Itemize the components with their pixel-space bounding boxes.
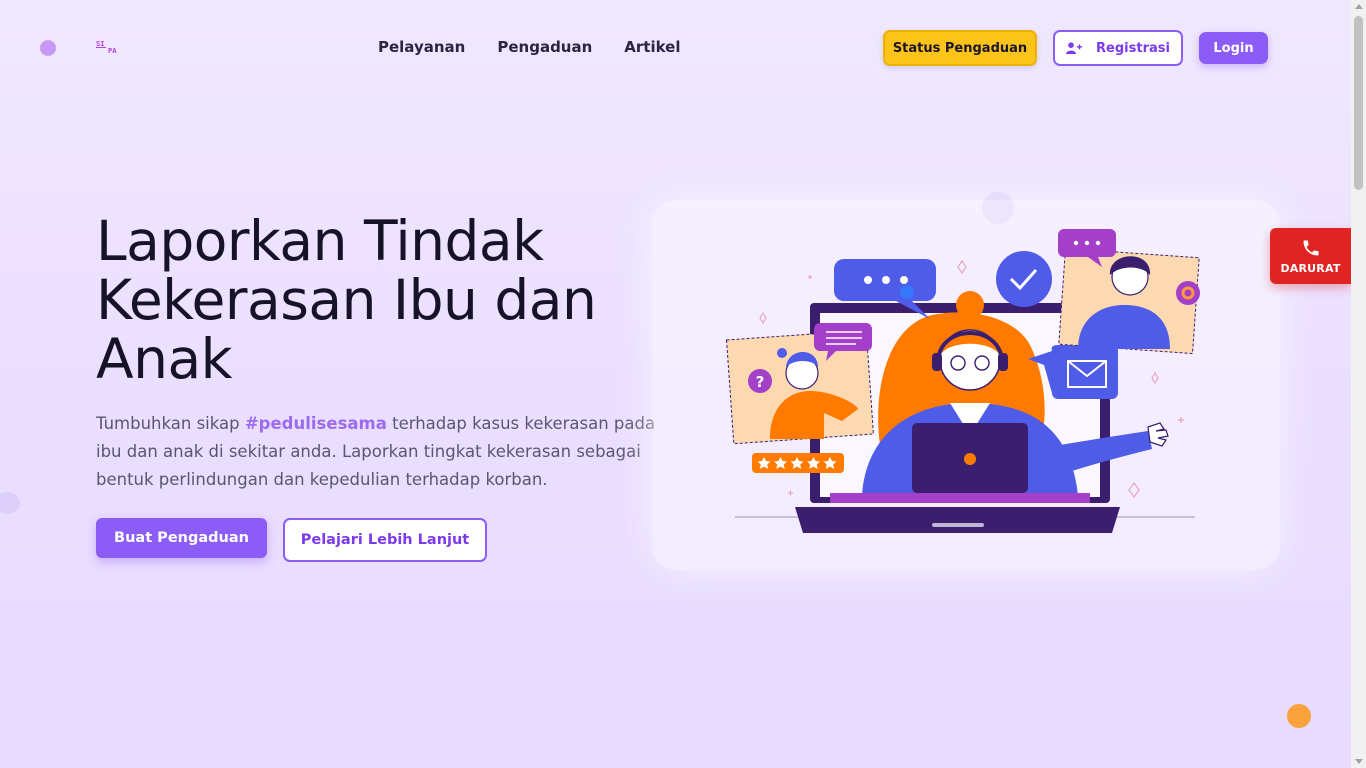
headset-ear: [998, 353, 1008, 371]
gear-icon: [964, 453, 976, 465]
scroll-down-arrow-icon[interactable]: [1355, 759, 1363, 764]
scroll-up-arrow-icon[interactable]: [1355, 4, 1363, 9]
buat-pengaduan-button[interactable]: Buat Pengaduan: [96, 518, 267, 558]
laptop-notch: [932, 523, 984, 527]
customer-service-illustration: ?: [726, 229, 1200, 533]
hero-hashtag: #pedulisesama: [244, 414, 387, 433]
laptop-base: [795, 507, 1120, 533]
question-mark: ?: [756, 373, 765, 391]
pelajari-lebih-lanjut-label: Pelajari Lebih Lanjut: [300, 532, 470, 548]
menu-item-pelayanan[interactable]: Pelayanan: [378, 38, 465, 56]
buat-pengaduan-label: Buat Pengaduan: [114, 530, 249, 546]
decor-blob-orange: [1287, 704, 1311, 728]
darurat-button[interactable]: DARURAT: [1270, 228, 1351, 284]
page-scrollbar[interactable]: [1351, 0, 1366, 768]
phone-icon: [1303, 240, 1318, 255]
bubble-dot: [900, 276, 908, 284]
decor-blob: [0, 492, 20, 514]
registrasi-button[interactable]: Registrasi: [1053, 30, 1183, 66]
registrasi-label: Registrasi: [1096, 40, 1170, 56]
hero-description: Tumbuhkan sikap #pedulisesama terhadap k…: [96, 410, 666, 494]
hero-desc-part: Tumbuhkan sikap: [96, 414, 245, 433]
desk: [830, 493, 1090, 503]
login-button[interactable]: Login: [1199, 32, 1268, 64]
bubble-dot: [882, 276, 890, 284]
check-bubble-icon: [996, 251, 1052, 307]
logo-text-bottom: PA: [108, 47, 117, 55]
menu-item-artikel[interactable]: Artikel: [624, 38, 680, 56]
settings-bubble-icon: [1176, 281, 1200, 305]
main-menu: Pelayanan Pengaduan Artikel: [378, 38, 681, 56]
user-plus-icon: [1066, 42, 1083, 54]
scroll-thumb[interactable]: [1354, 16, 1363, 190]
login-label: Login: [1213, 40, 1254, 56]
top-navbar: SI PA Pelayanan Pengaduan Artikel Status…: [0, 0, 1351, 96]
logo[interactable]: SI PA: [96, 41, 124, 55]
agent-hair-bun: [956, 291, 984, 319]
hero-title: Laporkan Tindak Kekerasan Ibu dan Anak: [96, 209, 597, 391]
status-pengaduan-label: Status Pengaduan: [892, 40, 1028, 56]
agent-hand: [1147, 422, 1169, 447]
logo-dot: [40, 40, 56, 56]
pelajari-lebih-lanjut-button[interactable]: Pelajari Lebih Lanjut: [283, 518, 487, 562]
status-pengaduan-button[interactable]: Status Pengaduan: [883, 30, 1037, 66]
darurat-label: DARURAT: [1280, 261, 1341, 275]
bubble-glow: [900, 285, 914, 299]
bubble-dot: [864, 276, 872, 284]
landing-page: SI PA Pelayanan Pengaduan Artikel Status…: [0, 0, 1351, 768]
headset-ear: [932, 353, 942, 371]
menu-item-pengaduan[interactable]: Pengaduan: [497, 38, 592, 56]
caller-girl-hair: [777, 348, 787, 358]
